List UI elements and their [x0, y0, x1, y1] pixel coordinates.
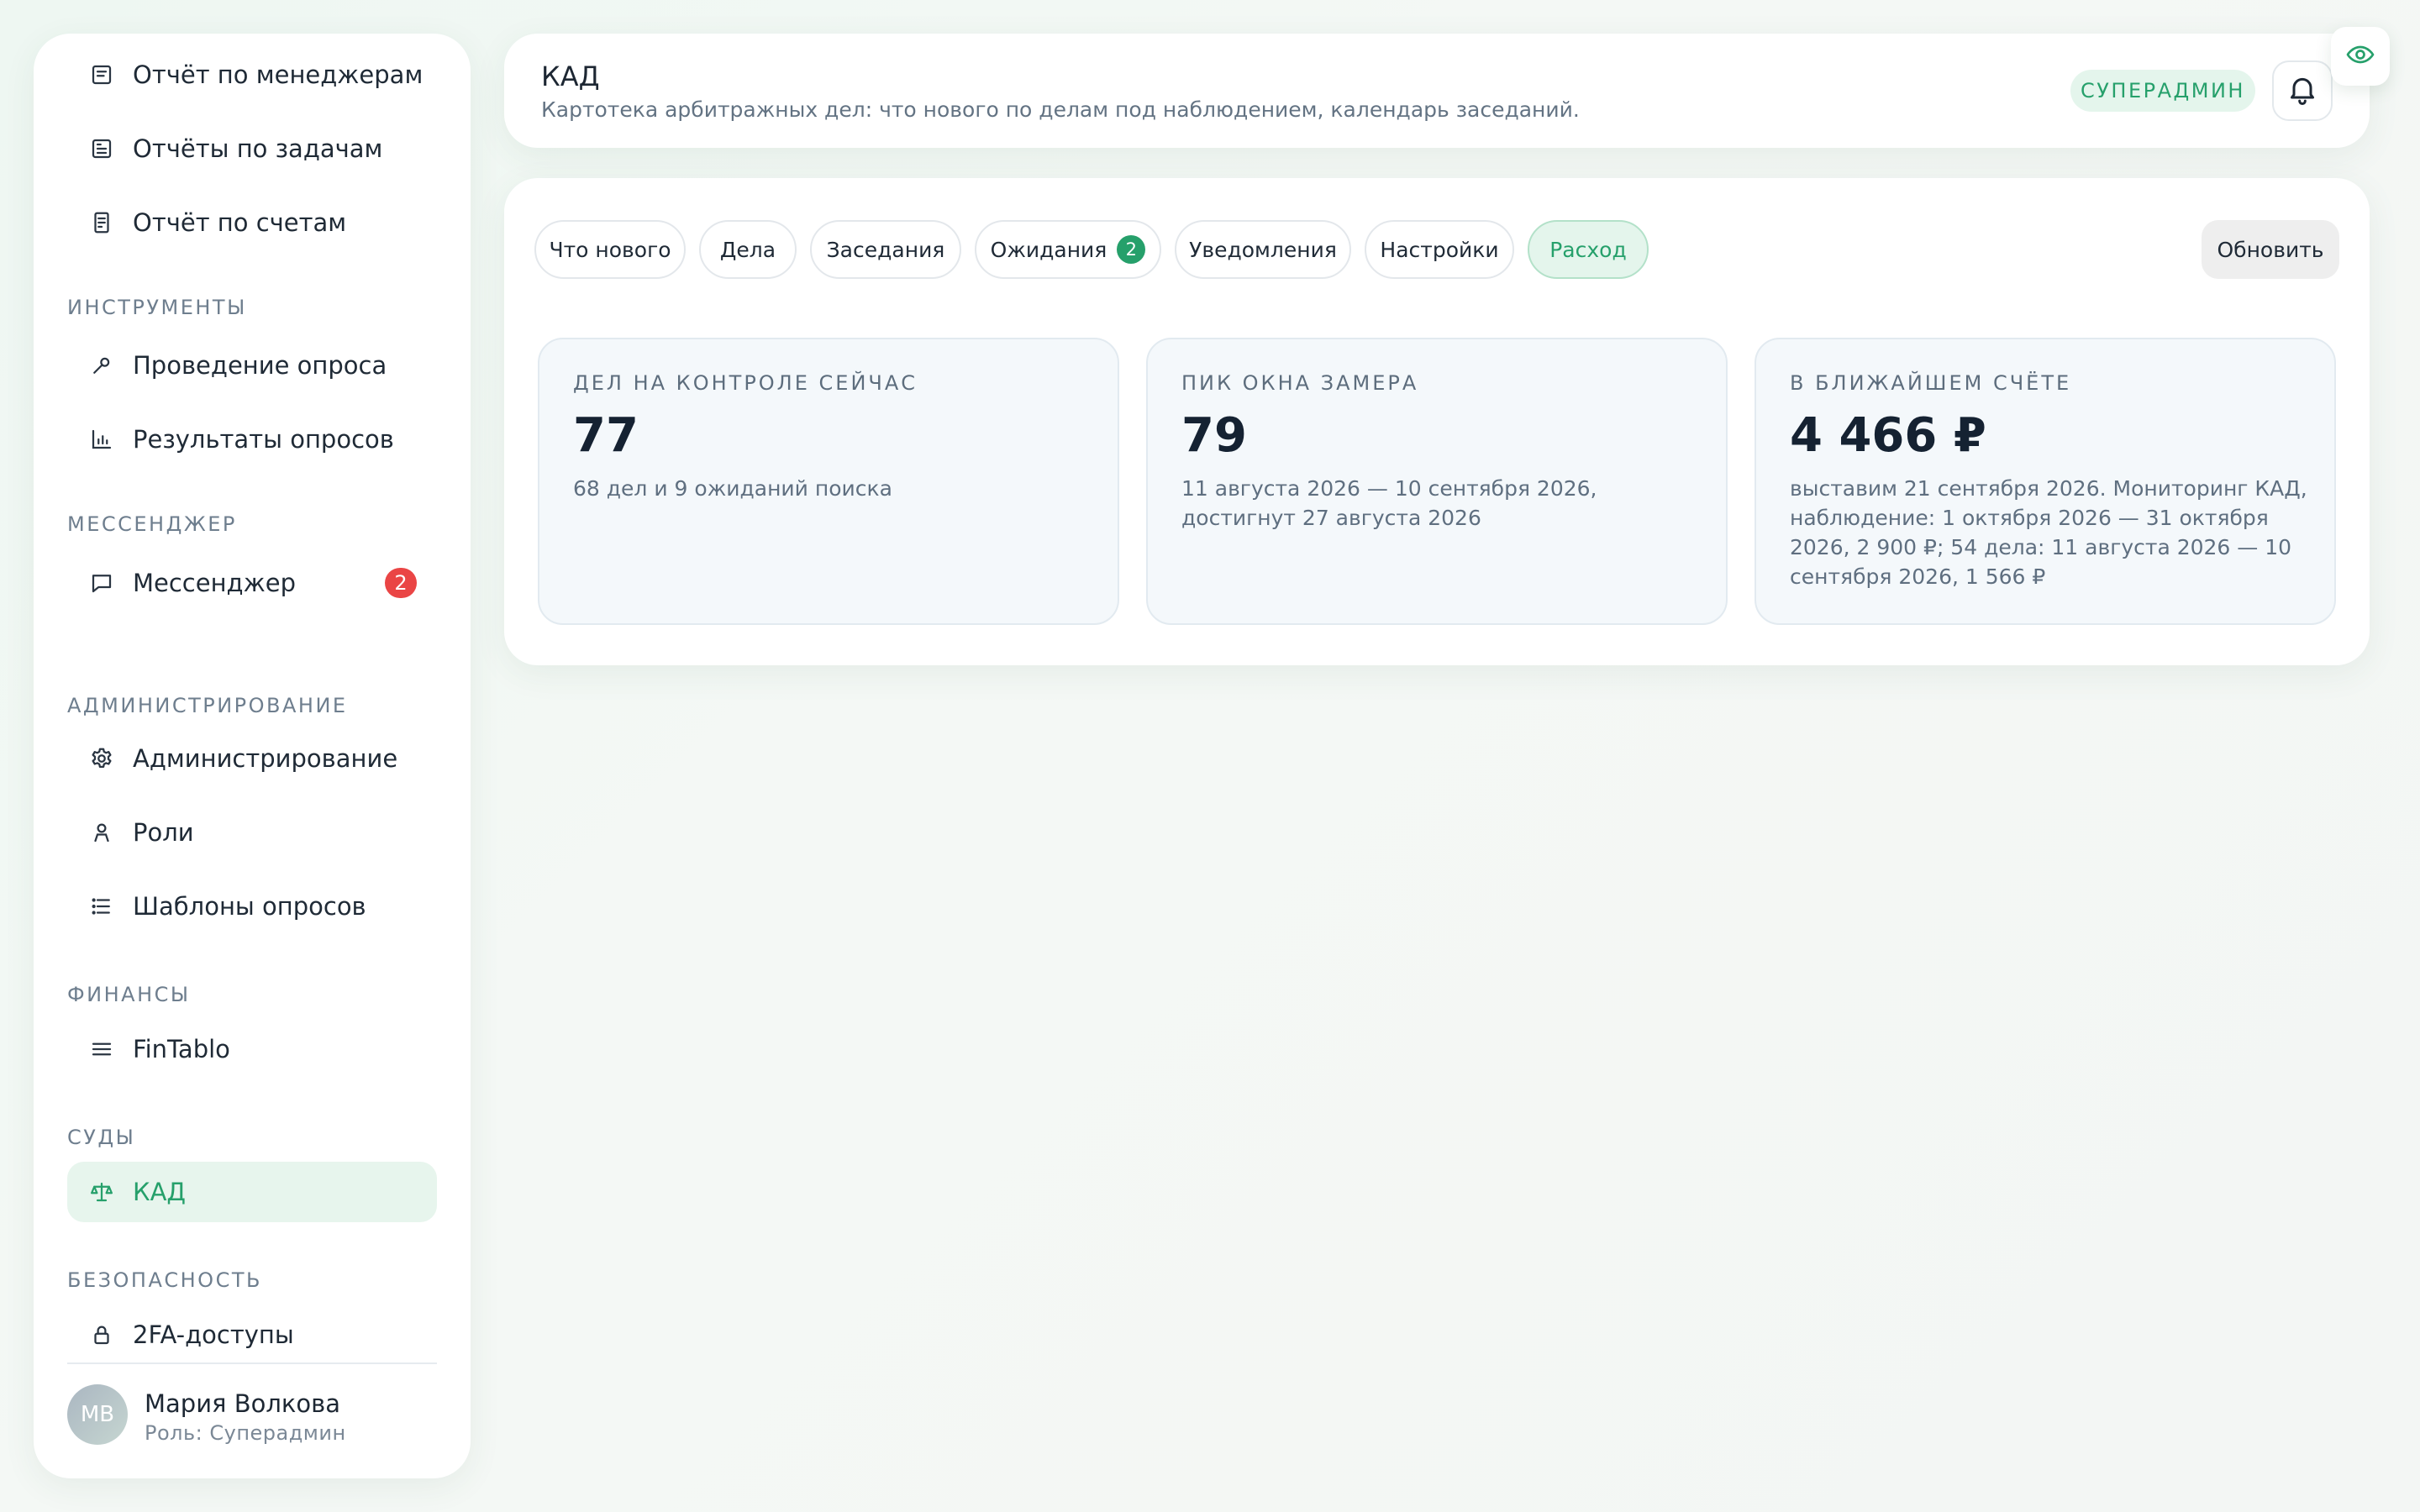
main-panel: Что нового Дела Заседания Ожидания 2 Уве…: [504, 178, 2370, 665]
stat-label: ПИК ОКНА ЗАМЕРА: [1181, 371, 1419, 395]
sidebar-item-2fa[interactable]: 2FA-доступы: [67, 1305, 437, 1365]
page-header: КАД Картотека арбитражных дел: что новог…: [504, 34, 2370, 148]
sidebar-item-label: Отчёты по задачам: [133, 134, 383, 163]
stat-label: ДЕЛ НА КОНТРОЛЕ СЕЙЧАС: [573, 371, 918, 395]
task-report-icon: [87, 134, 116, 163]
sidebar-item-label: FinTablo: [133, 1035, 230, 1063]
sidebar-item-run-survey[interactable]: Проведение опроса: [67, 335, 437, 396]
tab-settings[interactable]: Настройки: [1365, 220, 1514, 279]
sidebar-item-label: 2FA-доступы: [133, 1320, 294, 1349]
section-label-admin: АДМИНИСТРИРОВАНИЕ: [67, 694, 348, 717]
bar-chart-icon: [87, 425, 116, 454]
tab-whats-new[interactable]: Что нового: [534, 220, 686, 279]
user-name: Мария Волкова: [145, 1389, 341, 1418]
person-icon: [87, 818, 116, 847]
sidebar-item-label: Проведение опроса: [133, 351, 387, 380]
stat-value: 77: [573, 408, 639, 463]
page-title: КАД: [541, 60, 600, 92]
chat-icon: [87, 569, 116, 597]
bell-icon: [2286, 72, 2319, 109]
sidebar-item-roles[interactable]: Роли: [67, 802, 437, 863]
list-icon: [87, 892, 116, 921]
tab-label: Заседания: [826, 237, 945, 262]
page-subtitle: Картотека арбитражных дел: что нового по…: [541, 97, 1580, 122]
stat-value: 79: [1181, 408, 1247, 463]
tab-expenses[interactable]: Расход: [1528, 220, 1649, 279]
sidebar-item-label: Отчёт по менеджерам: [133, 60, 424, 89]
stat-label: В БЛИЖАЙШЕМ СЧЁТЕ: [1790, 371, 2072, 395]
stat-value: 4 466 ₽: [1790, 408, 1986, 463]
sidebar-item-kad[interactable]: КАД: [67, 1162, 437, 1222]
sidebar-item-invoice-report[interactable]: Отчёт по счетам: [67, 192, 437, 253]
sidebar-item-task-reports[interactable]: Отчёты по задачам: [67, 118, 437, 179]
report-icon: [87, 60, 116, 89]
tab-hearings[interactable]: Заседания: [810, 220, 961, 279]
tab-count-badge: 2: [1117, 235, 1146, 264]
tab-label: Уведомления: [1189, 237, 1337, 262]
sidebar: Отчёт по менеджерам Отчёты по задачам От…: [34, 34, 471, 1478]
section-label-courts: СУДЫ: [67, 1126, 136, 1149]
role-badge: СУПЕРАДМИН: [2070, 70, 2255, 112]
tab-waiting[interactable]: Ожидания 2: [975, 220, 1161, 279]
sidebar-divider: [67, 1362, 437, 1364]
eye-icon: [2345, 39, 2375, 73]
sidebar-item-fintablo[interactable]: FinTablo: [67, 1019, 437, 1079]
visibility-toggle-button[interactable]: [2331, 27, 2390, 86]
sidebar-item-label: Шаблоны опросов: [133, 892, 366, 921]
stat-description: выставим 21 сентября 2026. Мониторинг КА…: [1790, 476, 2307, 589]
tab-cases[interactable]: Дела: [699, 220, 797, 279]
sidebar-item-label: КАД: [133, 1178, 187, 1206]
section-label-messenger: МЕССЕНДЖЕР: [67, 512, 237, 536]
section-label-security: БЕЗОПАСНОСТЬ: [67, 1268, 262, 1292]
avatar[interactable]: МВ: [67, 1384, 128, 1445]
section-label-finance: ФИНАНСЫ: [67, 983, 191, 1006]
sidebar-item-messenger[interactable]: Мессенджер 2: [67, 553, 437, 613]
section-label-tools: ИНСТРУМЕНТЫ: [67, 296, 247, 319]
tab-label: Настройки: [1380, 237, 1499, 262]
sidebar-item-survey-templates[interactable]: Шаблоны опросов: [67, 876, 437, 937]
unread-badge: 2: [385, 568, 417, 598]
tab-label: Что нового: [549, 237, 671, 262]
stat-card-cases-monitored: ДЕЛ НА КОНТРОЛЕ СЕЙЧАС 77 68 дел и 9 ожи…: [538, 338, 1119, 625]
stat-description: 68 дел и 9 ожиданий поиска: [573, 476, 892, 501]
stat-description: 11 августа 2026 — 10 сентября 2026, дост…: [1181, 476, 1597, 530]
tab-notifications[interactable]: Уведомления: [1175, 220, 1351, 279]
stat-card-next-invoice: В БЛИЖАЙШЕМ СЧЁТЕ 4 466 ₽ выставим 21 се…: [1754, 338, 2336, 625]
menu-icon: [87, 1035, 116, 1063]
tab-label: Ожидания: [990, 237, 1107, 262]
stat-card-peak-window: ПИК ОКНА ЗАМЕРА 79 11 августа 2026 — 10 …: [1146, 338, 1728, 625]
sidebar-item-administration[interactable]: Администрирование: [67, 728, 437, 789]
refresh-button[interactable]: Обновить: [2202, 220, 2339, 279]
sidebar-item-survey-results[interactable]: Результаты опросов: [67, 409, 437, 470]
wrench-icon: [87, 351, 116, 380]
gear-icon: [87, 744, 116, 773]
sidebar-item-label: Мессенджер: [133, 569, 296, 597]
lock-icon: [87, 1320, 116, 1349]
user-role: Роль: Суперадмин: [145, 1421, 346, 1445]
tab-label: Расход: [1549, 237, 1627, 262]
notifications-button[interactable]: [2272, 60, 2333, 121]
sidebar-item-label: Отчёт по счетам: [133, 208, 347, 237]
sidebar-item-label: Администрирование: [133, 744, 398, 773]
sidebar-item-label: Роли: [133, 818, 194, 847]
tab-label: Дела: [719, 237, 776, 262]
sidebar-item-manager-report[interactable]: Отчёт по менеджерам: [67, 45, 437, 105]
scales-icon: [87, 1178, 116, 1206]
sidebar-item-label: Результаты опросов: [133, 425, 394, 454]
invoice-icon: [87, 208, 116, 237]
